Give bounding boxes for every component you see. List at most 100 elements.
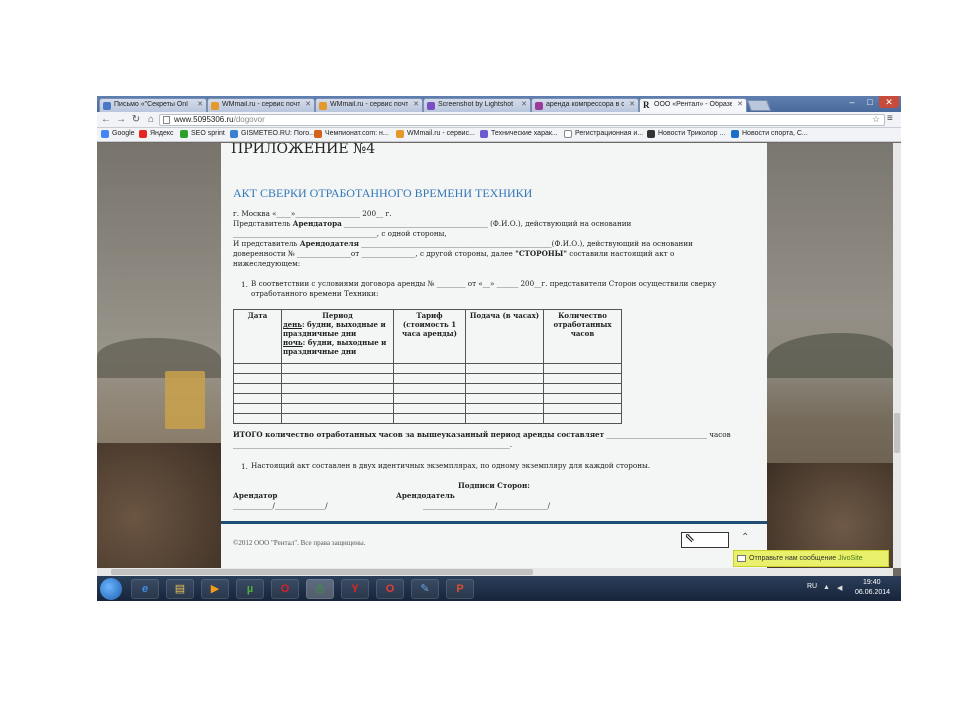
- volume-icon[interactable]: ◀: [837, 584, 842, 592]
- opera-next-icon[interactable]: O: [376, 579, 404, 599]
- tab[interactable]: Письмо «"Секреты Onl ✕: [99, 98, 207, 112]
- chrome-icon[interactable]: ◎: [306, 579, 334, 599]
- url-path: /dogovor: [233, 115, 265, 124]
- table-cell: [233, 403, 282, 414]
- counter-widget[interactable]: ⇖: [681, 531, 729, 548]
- table-cell: [233, 413, 282, 424]
- chat-widget-brand: JivoSite: [838, 555, 863, 562]
- tab-title: WMmail.ru - сервис почт: [330, 101, 408, 108]
- table-cell: [393, 363, 466, 374]
- bookmark-label: Google: [112, 130, 135, 137]
- table-cell: [393, 383, 466, 394]
- bookmark-label: Технические харак...: [491, 130, 558, 137]
- utorrent-icon[interactable]: µ: [236, 579, 264, 599]
- bookmark-label: Новости Триколор ...: [658, 130, 726, 137]
- wmmail-icon: [211, 102, 219, 110]
- table-cell: [543, 413, 622, 424]
- table-row: [233, 383, 622, 394]
- bookmark-item[interactable]: Регистрационная и...: [564, 130, 644, 138]
- maximize-button[interactable]: □: [861, 96, 879, 108]
- reload-icon[interactable]: ↻: [130, 113, 142, 126]
- chat-widget-button[interactable]: Отправьте нам сообщение JivoSite: [733, 550, 889, 567]
- close-icon[interactable]: ✕: [737, 100, 743, 108]
- powerpoint-icon[interactable]: P: [446, 579, 474, 599]
- yandex-browser-icon[interactable]: Y: [341, 579, 369, 599]
- close-icon[interactable]: ✕: [197, 100, 203, 108]
- tab[interactable]: WMmail.ru - сервис почт ✕: [207, 98, 315, 112]
- bookmark-item[interactable]: GISMETEO.RU: Пого...: [230, 130, 315, 138]
- tricolor-icon: [647, 130, 655, 138]
- opera-icon[interactable]: O: [271, 579, 299, 599]
- list-number: 1.: [241, 280, 248, 289]
- table-cell: [233, 383, 282, 394]
- close-window-button[interactable]: ✕: [879, 96, 899, 108]
- scroll-to-top-icon[interactable]: ⌃: [741, 532, 749, 543]
- new-tab-button[interactable]: [746, 100, 772, 111]
- bookmark-item[interactable]: Яндекс: [139, 130, 174, 138]
- bookmark-label: Регистрационная и...: [575, 130, 644, 137]
- col-date: Дата: [233, 309, 282, 364]
- clock-date[interactable]: 06.06.2014: [855, 589, 890, 596]
- bookmark-label: GISMETEO.RU: Пого...: [241, 130, 315, 137]
- mail-icon: [103, 102, 111, 110]
- appendix-heading: ПРИЛОЖЕНИЕ №4: [231, 143, 376, 157]
- side-one-line: ________________________________________…: [233, 229, 447, 238]
- period-night: ночь: будни, выходные и праздничные дни: [283, 338, 392, 356]
- col-period-title: Период: [322, 311, 353, 320]
- minimize-button[interactable]: –: [843, 96, 861, 108]
- lightshot-icon: [427, 102, 435, 110]
- table-cell: [281, 383, 394, 394]
- bookmark-label: WMmail.ru - сервис...: [407, 130, 475, 137]
- tab-active[interactable]: R ООО «Рентал» - Образец ✕: [639, 98, 747, 113]
- bookmark-item[interactable]: Новости Триколор ...: [647, 130, 726, 138]
- item-one-text: В соответствии с условиями договора арен…: [251, 279, 717, 288]
- tab[interactable]: Screenshot by Lightshot ✕: [423, 98, 531, 112]
- total-label: ИТОГО количество отработанных часов за в…: [233, 430, 605, 439]
- tab[interactable]: аренда компрессора в с ✕: [531, 98, 639, 112]
- text: день: [283, 320, 302, 329]
- table-cell: [393, 373, 466, 384]
- back-arrow-icon[interactable]: ←: [100, 113, 112, 126]
- yandex-icon: [139, 130, 147, 138]
- bookmark-item[interactable]: Google: [101, 130, 135, 138]
- excavator-image: [165, 371, 205, 429]
- close-icon[interactable]: ✕: [521, 100, 527, 108]
- screenshot-frame: Письмо «"Секреты Onl ✕ WMmail.ru - серви…: [97, 96, 901, 601]
- power-of-attorney-line: доверенности № _______________от _______…: [233, 249, 674, 259]
- menu-icon[interactable]: ≡: [887, 113, 893, 124]
- address-bar[interactable]: www.5095306.ru/dogovor ☆: [159, 114, 885, 126]
- close-icon[interactable]: ✕: [413, 100, 419, 108]
- bookmark-label: SEO sprint: [191, 130, 225, 137]
- start-button[interactable]: [100, 578, 122, 600]
- copyright-text: ©2012 ООО "Рентал". Все права защищены.: [233, 539, 366, 547]
- parties-label: "СТОРОНЫ": [515, 249, 568, 258]
- language-indicator[interactable]: RU: [807, 583, 817, 590]
- close-icon[interactable]: ✕: [629, 100, 635, 108]
- bookmark-item[interactable]: Чемпионат.com: н...: [314, 130, 389, 138]
- close-icon[interactable]: ✕: [305, 100, 311, 108]
- horizontal-scrollbar[interactable]: [97, 568, 893, 576]
- bookmark-item[interactable]: Новости спорта, С...: [731, 130, 808, 138]
- text: Представитель: [233, 219, 293, 228]
- explorer-icon[interactable]: ▤: [166, 579, 194, 599]
- clock-time[interactable]: 19:40: [863, 579, 881, 586]
- vertical-scrollbar[interactable]: [893, 143, 901, 568]
- ie-icon[interactable]: e: [131, 579, 159, 599]
- bookmark-item[interactable]: Технические харак...: [480, 130, 558, 138]
- scrollbar-thumb[interactable]: [894, 413, 900, 453]
- text: ________________________________________…: [358, 239, 693, 248]
- tab[interactable]: WMmail.ru - сервис почт ✕: [315, 98, 423, 112]
- table-row: [233, 363, 622, 374]
- tab-title: аренда компрессора в с: [546, 101, 624, 108]
- network-icon[interactable]: ▲: [823, 584, 830, 591]
- media-player-icon[interactable]: ▶: [201, 579, 229, 599]
- table-cell: [233, 393, 282, 404]
- bookmark-label: Чемпионат.com: н...: [325, 130, 389, 137]
- notepad-icon[interactable]: ✎: [411, 579, 439, 599]
- home-icon[interactable]: ⌂: [145, 113, 157, 126]
- scrollbar-thumb[interactable]: [111, 569, 533, 575]
- bookmark-item[interactable]: WMmail.ru - сервис...: [396, 130, 475, 138]
- bookmark-item[interactable]: SEO sprint: [180, 130, 225, 138]
- forward-arrow-icon[interactable]: →: [115, 113, 127, 126]
- bookmark-star-icon[interactable]: ☆: [872, 114, 880, 124]
